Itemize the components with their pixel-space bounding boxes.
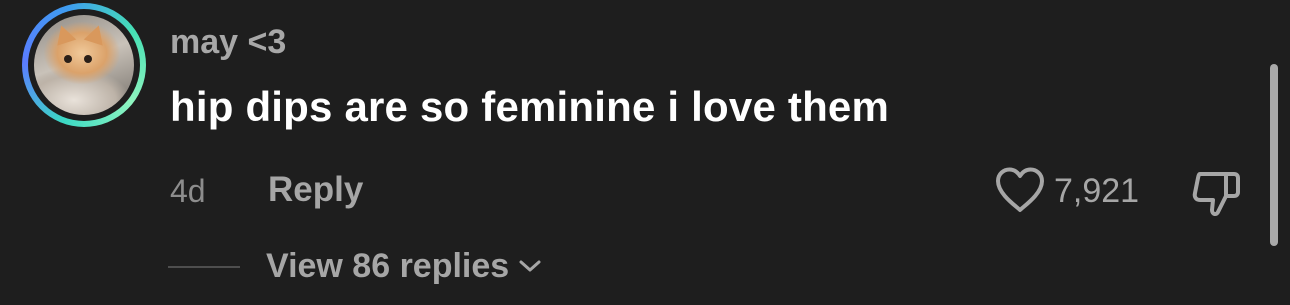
story-ring[interactable] [22, 3, 146, 127]
avatar-cat-eye [84, 55, 92, 63]
replies-divider [168, 266, 240, 268]
avatar[interactable] [34, 15, 134, 115]
dislike-button[interactable] [1190, 166, 1244, 220]
avatar-cat-eye [64, 55, 72, 63]
scrollbar[interactable] [1270, 64, 1278, 246]
view-replies-button[interactable]: View 86 replies [266, 246, 543, 286]
avatar-frame [28, 9, 140, 121]
comment-age: 4d [170, 173, 206, 209]
comment-text: hip dips are so feminine i love them [170, 83, 890, 130]
reply-button[interactable]: Reply [268, 170, 363, 210]
comment-username[interactable]: may <3 [170, 22, 286, 62]
avatar-cat-ear [83, 22, 109, 46]
like-button[interactable] [994, 166, 1046, 214]
like-count: 7,921 [1054, 172, 1140, 210]
thumbs-down-outline-icon [1192, 172, 1240, 217]
comment-item: may <3 hip dips are so feminine i love t… [0, 0, 1290, 305]
avatar-cat-ear [51, 22, 77, 46]
view-replies-label: View 86 replies [266, 247, 510, 285]
heart-outline-icon [996, 167, 1044, 212]
chevron-down-icon [519, 260, 541, 272]
